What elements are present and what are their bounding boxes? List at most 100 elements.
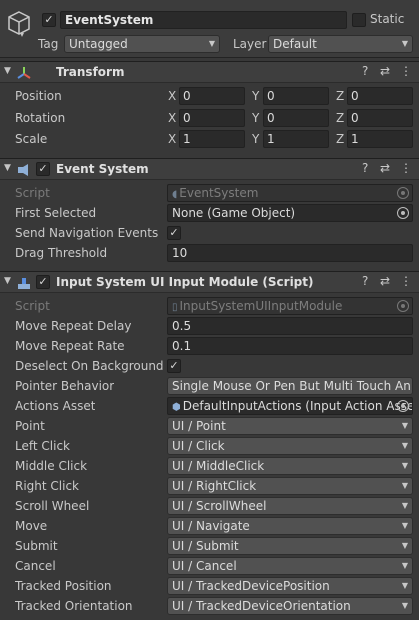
action-value: UI / ScrollWheel bbox=[172, 499, 267, 513]
y-axis-label[interactable]: Y bbox=[252, 87, 259, 105]
context-menu-icon[interactable]: ⋮ bbox=[400, 274, 412, 288]
help-icon[interactable]: ? bbox=[362, 161, 368, 175]
pointer-behavior-value: Single Mouse Or Pen But Multi Touch An bbox=[172, 379, 411, 393]
action-dropdown-cancel[interactable]: UI / Cancel ▼ bbox=[167, 557, 413, 575]
rotation-x-field[interactable]: 0 bbox=[179, 109, 245, 127]
move-repeat-delay-field[interactable]: 0.5 bbox=[167, 317, 413, 335]
move-repeat-rate-label: Move Repeat Rate bbox=[15, 339, 125, 353]
script-field: ▯ InputSystemUIInputModule bbox=[167, 297, 413, 315]
presets-icon[interactable]: ⇄ bbox=[380, 161, 390, 175]
action-dropdown-submit[interactable]: UI / Submit ▼ bbox=[167, 537, 413, 555]
event-system-icon bbox=[18, 164, 28, 176]
first-selected-field[interactable]: None (Game Object) bbox=[167, 204, 413, 222]
input-module-header[interactable]: ▼ ✓ Input System UI Input Module (Script… bbox=[0, 271, 419, 293]
action-value: UI / Submit bbox=[172, 539, 239, 553]
deselect-on-background-checkbox[interactable]: ✓ bbox=[167, 359, 181, 373]
tag-label: Tag bbox=[38, 37, 59, 51]
foldout-arrow-icon[interactable]: ▼ bbox=[4, 163, 11, 173]
action-dropdown-left-click[interactable]: UI / Click ▼ bbox=[167, 437, 413, 455]
z-axis-label[interactable]: Z bbox=[336, 87, 344, 105]
scale-x-field[interactable]: 1 bbox=[179, 130, 245, 148]
foldout-arrow-icon[interactable]: ▼ bbox=[4, 276, 11, 286]
action-value: UI / RightClick bbox=[172, 479, 257, 493]
script-label: Script bbox=[15, 186, 50, 200]
y-axis-label[interactable]: Y bbox=[252, 109, 259, 127]
pointer-behavior-label: Pointer Behavior bbox=[15, 379, 115, 393]
x-axis-label[interactable]: X bbox=[168, 130, 176, 148]
component-enabled-toggle[interactable]: ✓ bbox=[36, 275, 50, 289]
transform-header[interactable]: ▼ Transform ? ⇄ ⋮ bbox=[0, 61, 419, 83]
object-picker-icon bbox=[397, 300, 409, 312]
object-picker-icon bbox=[397, 187, 409, 199]
rotation-z-field[interactable]: 0 bbox=[347, 109, 413, 127]
object-picker-icon[interactable] bbox=[397, 400, 409, 412]
action-label-right-click: Right Click bbox=[15, 479, 80, 493]
send-navigation-checkbox[interactable]: ✓ bbox=[167, 226, 181, 240]
action-label-submit: Submit bbox=[15, 539, 58, 553]
chevron-down-icon: ▼ bbox=[401, 481, 408, 490]
chevron-down-icon: ▼ bbox=[401, 39, 408, 48]
event-system-header[interactable]: ▼ ✓ Event System ? ⇄ ⋮ bbox=[0, 158, 419, 180]
chevron-down-icon: ▼ bbox=[401, 501, 408, 510]
action-dropdown-point[interactable]: UI / Point ▼ bbox=[167, 417, 413, 435]
action-value: UI / Cancel bbox=[172, 559, 237, 573]
object-picker-icon[interactable] bbox=[397, 207, 409, 219]
static-checkbox[interactable] bbox=[352, 13, 366, 27]
context-menu-icon[interactable]: ⋮ bbox=[400, 64, 412, 78]
action-label-scroll-wheel: Scroll Wheel bbox=[15, 499, 90, 513]
transform-axes-icon bbox=[17, 67, 31, 79]
chevron-down-icon: ▼ bbox=[401, 601, 408, 610]
action-label-move: Move bbox=[15, 519, 48, 533]
help-icon[interactable]: ? bbox=[362, 64, 368, 78]
z-axis-label[interactable]: Z bbox=[336, 130, 344, 148]
presets-icon[interactable]: ⇄ bbox=[380, 274, 390, 288]
chevron-down-icon: ▼ bbox=[208, 39, 215, 48]
chevron-down-icon: ▼ bbox=[401, 521, 408, 530]
action-value: UI / MiddleClick bbox=[172, 459, 265, 473]
gameobject-cube-icon bbox=[8, 11, 30, 35]
chevron-down-icon: ▼ bbox=[401, 461, 408, 470]
gameobject-header: ▾ ✓ EventSystem Static Tag Untagged ▼ La… bbox=[0, 0, 419, 58]
first-selected-label: First Selected bbox=[15, 206, 97, 220]
action-dropdown-move[interactable]: UI / Navigate ▼ bbox=[167, 517, 413, 535]
tag-dropdown[interactable]: Untagged ▼ bbox=[64, 35, 220, 53]
foldout-arrow-icon[interactable]: ▼ bbox=[4, 66, 11, 76]
scale-y-field[interactable]: 1 bbox=[263, 130, 329, 148]
pointer-behavior-dropdown[interactable]: Single Mouse Or Pen But Multi Touch An bbox=[167, 377, 413, 395]
y-axis-label[interactable]: Y bbox=[252, 130, 259, 148]
component-title: Input System UI Input Module (Script) bbox=[56, 275, 314, 289]
z-axis-label[interactable]: Z bbox=[336, 109, 344, 127]
layer-value: Default bbox=[273, 37, 317, 51]
rotation-y-field[interactable]: 0 bbox=[263, 109, 329, 127]
component-title: Event System bbox=[56, 162, 149, 176]
component-enabled-toggle[interactable]: ✓ bbox=[36, 162, 50, 176]
action-dropdown-scroll-wheel[interactable]: UI / ScrollWheel ▼ bbox=[167, 497, 413, 515]
drag-threshold-field[interactable]: 10 bbox=[167, 244, 413, 262]
position-z-field[interactable]: 0 bbox=[347, 87, 413, 105]
action-dropdown-tracked-position[interactable]: UI / TrackedDevicePosition ▼ bbox=[167, 577, 413, 595]
position-x-field[interactable]: 0 bbox=[179, 87, 245, 105]
help-icon[interactable]: ? bbox=[362, 274, 368, 288]
position-y-field[interactable]: 0 bbox=[263, 87, 329, 105]
script-value: InputSystemUIInputModule bbox=[179, 299, 343, 313]
layer-label: Layer bbox=[233, 37, 267, 51]
chevron-down-icon: ▼ bbox=[401, 561, 408, 570]
action-label-cancel: Cancel bbox=[15, 559, 56, 573]
action-dropdown-middle-click[interactable]: UI / MiddleClick ▼ bbox=[167, 457, 413, 475]
active-toggle[interactable]: ✓ bbox=[42, 13, 56, 27]
actions-asset-field[interactable]: ⬢ DefaultInputActions (Input Action Asse bbox=[167, 397, 413, 415]
script-label: Script bbox=[15, 299, 50, 313]
scale-z-field[interactable]: 1 bbox=[347, 130, 413, 148]
actions-asset-label: Actions Asset bbox=[15, 399, 96, 413]
move-repeat-rate-field[interactable]: 0.1 bbox=[167, 337, 413, 355]
x-axis-label[interactable]: X bbox=[168, 109, 176, 127]
icon-picker-caret[interactable]: ▾ bbox=[20, 30, 24, 39]
gameobject-name-field[interactable]: EventSystem bbox=[60, 11, 347, 29]
presets-icon[interactable]: ⇄ bbox=[380, 64, 390, 78]
x-axis-label[interactable]: X bbox=[168, 87, 176, 105]
action-dropdown-right-click[interactable]: UI / RightClick ▼ bbox=[167, 477, 413, 495]
action-dropdown-tracked-orientation[interactable]: UI / TrackedDeviceOrientation ▼ bbox=[167, 597, 413, 615]
actions-asset-value: DefaultInputActions (Input Action Asse bbox=[182, 399, 413, 413]
layer-dropdown[interactable]: Default ▼ bbox=[268, 35, 413, 53]
context-menu-icon[interactable]: ⋮ bbox=[400, 161, 412, 175]
